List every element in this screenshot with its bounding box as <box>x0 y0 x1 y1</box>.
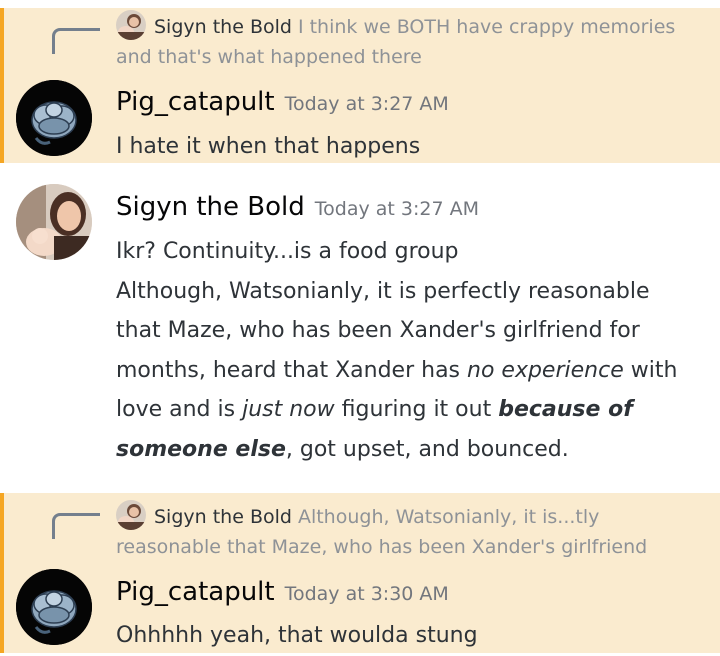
timestamp[interactable]: Today at 3:27 AM <box>315 198 479 220</box>
message-header: Sigyn the Bold Today at 3:27 AM <box>116 189 479 228</box>
message-content: I hate it when that happens <box>116 127 696 167</box>
reply-preview[interactable]: Sigyn the Bold Although, Watsonianly, it … <box>116 500 690 562</box>
author-name[interactable]: Pig_catapult <box>116 87 275 117</box>
avatar[interactable] <box>16 184 92 260</box>
author-name[interactable]: Sigyn the Bold <box>116 192 305 222</box>
message-header: Pig_catapult Today at 3:27 AM <box>116 84 449 123</box>
italic-text: no experience <box>467 357 624 383</box>
message-3: Sigyn the Bold Although, Watsonianly, it … <box>0 493 720 653</box>
text-segment: , got upset, and bounced. <box>285 436 569 462</box>
message-header: Pig_catapult Today at 3:30 AM <box>116 574 449 613</box>
message-content: Ohhhhh yeah, that woulda stung <box>116 616 696 656</box>
message-content: Ikr? Continuity...is a food group Althou… <box>116 232 696 469</box>
text-segment: figuring it out <box>334 397 499 422</box>
message-2: Sigyn the Bold Today at 3:27 AM Ikr? Cont… <box>0 178 720 478</box>
avatar[interactable] <box>16 569 92 645</box>
message-line: Although, Watsonianly, it is perfectly r… <box>116 272 696 470</box>
message-1: Sigyn the Bold I think we BOTH have crapp… <box>0 8 720 163</box>
message-line: Ikr? Continuity...is a food group <box>116 239 459 264</box>
reply-preview[interactable]: Sigyn the Bold I think we BOTH have crapp… <box>116 10 690 72</box>
reply-connector <box>52 28 100 54</box>
message-text: I hate it when that happens <box>116 134 421 159</box>
reply-connector <box>52 513 100 539</box>
italic-text: just now <box>242 397 335 422</box>
message-text: Ohhhhh yeah, that woulda stung <box>116 623 478 648</box>
timestamp[interactable]: Today at 3:30 AM <box>285 583 449 605</box>
timestamp[interactable]: Today at 3:27 AM <box>285 93 449 115</box>
reply-author[interactable]: Sigyn the Bold <box>154 16 292 38</box>
avatar[interactable] <box>16 80 92 156</box>
author-name[interactable]: Pig_catapult <box>116 577 275 607</box>
reply-avatar[interactable] <box>116 10 146 40</box>
reply-avatar[interactable] <box>116 500 146 530</box>
reply-author[interactable]: Sigyn the Bold <box>154 506 292 528</box>
